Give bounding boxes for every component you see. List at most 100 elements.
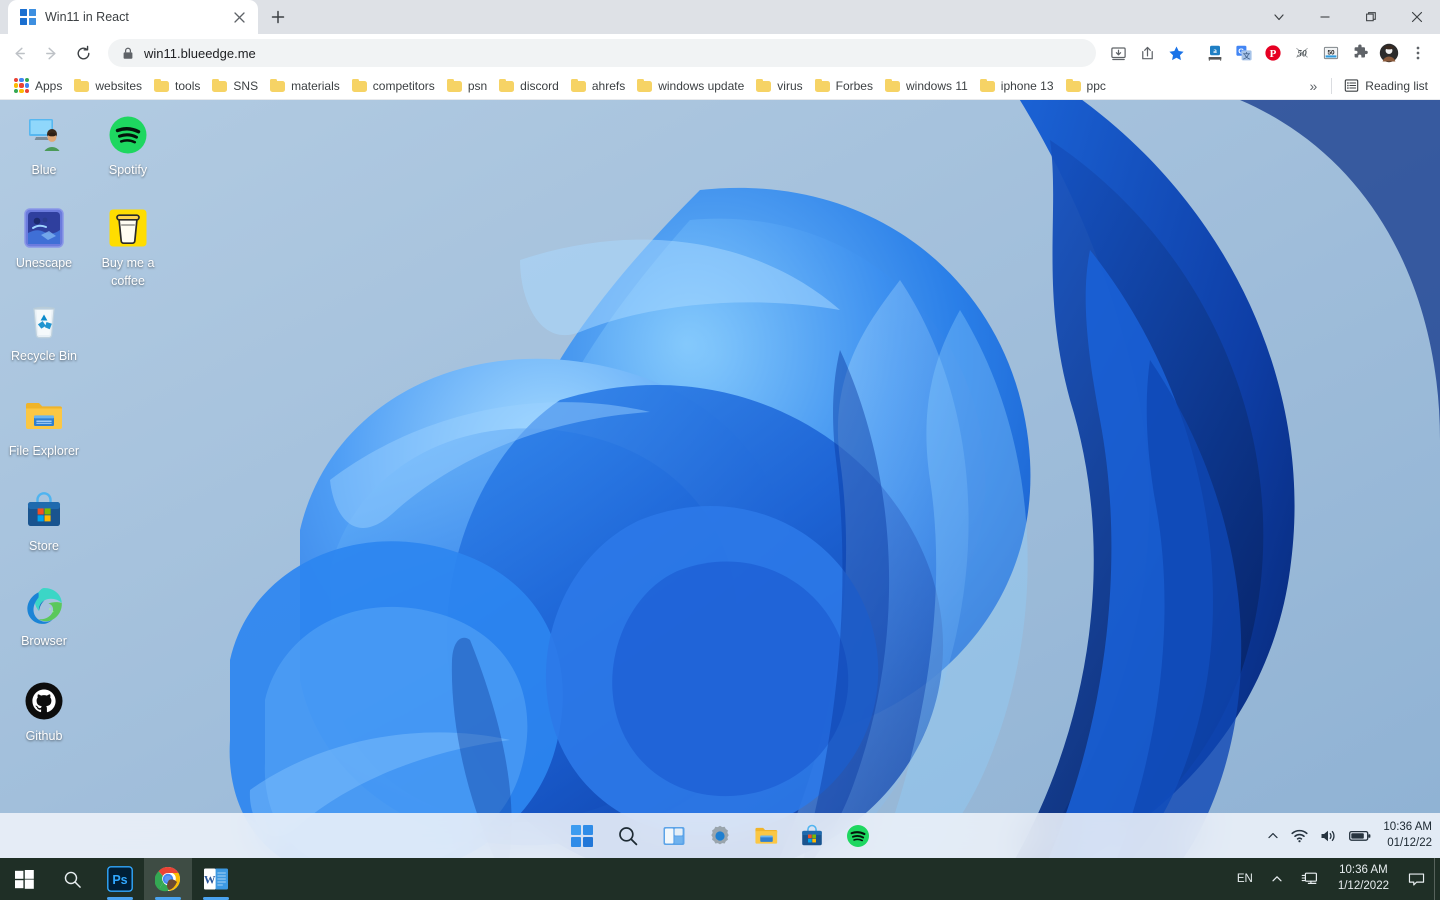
bookmark-label: ppc — [1086, 78, 1106, 93]
bookmarks-overflow-button[interactable]: » — [1302, 75, 1326, 97]
bookmark-folder[interactable]: SNS — [206, 76, 264, 96]
win10-show-desktop-button[interactable] — [1434, 858, 1440, 900]
search-icon[interactable] — [610, 818, 646, 854]
minimize-button[interactable] — [1302, 0, 1348, 34]
unescape-game-icon — [21, 205, 67, 251]
profile-avatar-icon[interactable] — [1375, 39, 1403, 67]
pinterest-icon[interactable]: P — [1259, 39, 1287, 67]
desktop-icon-unescape[interactable]: Unescape — [2, 205, 86, 272]
show-hidden-icons-chevron[interactable] — [1267, 830, 1279, 842]
file-explorer-icon[interactable] — [748, 818, 784, 854]
desktop-icon-github[interactable]: Github — [2, 678, 86, 745]
chrome-browser-window: Win11 in React win11.blueedge.me a G 文 P… — [0, 0, 1440, 858]
bookmark-folder[interactable]: materials — [264, 76, 346, 96]
forward-arrow-icon[interactable] — [36, 38, 66, 68]
reading-list-button[interactable]: Reading list — [1338, 75, 1434, 96]
address-bar[interactable]: win11.blueedge.me — [108, 39, 1096, 67]
close-tab-icon[interactable] — [230, 8, 248, 26]
bookmark-folder[interactable]: iphone 13 — [974, 76, 1060, 96]
widgets-icon[interactable] — [656, 818, 692, 854]
bookmark-label: tools — [175, 78, 201, 93]
bookmark-folder[interactable]: websites — [68, 76, 148, 96]
volume-icon[interactable] — [1320, 829, 1337, 843]
blue-monitor-person-icon — [21, 112, 67, 158]
spotify-icon — [105, 112, 151, 158]
bookmark-folder[interactable]: discord — [493, 76, 565, 96]
url-text: win11.blueedge.me — [144, 45, 256, 61]
desktop-icon-label: Buy me a coffee — [101, 256, 155, 288]
spotify-icon[interactable] — [840, 818, 876, 854]
file-explorer-icon — [21, 393, 67, 439]
start-button[interactable] — [564, 818, 600, 854]
amazon-assistant-icon[interactable]: a — [1201, 39, 1229, 67]
bookmark-label: Forbes — [835, 78, 873, 93]
win10-app-photoshop[interactable]: Ps — [96, 858, 144, 900]
windows-logo-icon — [20, 9, 36, 25]
bookmark-folder[interactable]: ppc — [1060, 76, 1112, 96]
reload-icon[interactable] — [68, 38, 98, 68]
seo-badge-icon[interactable]: 50 — [1317, 39, 1345, 67]
bookmark-folder[interactable]: windows update — [631, 76, 750, 96]
bookmark-apps[interactable]: Apps — [8, 75, 68, 96]
windows10-taskbar: Ps W EN 10:36 AM 1/12/2022 — [0, 858, 1440, 900]
win10-network-display-icon[interactable] — [1292, 858, 1328, 900]
coffee-cup-icon — [105, 205, 151, 251]
back-arrow-icon[interactable] — [4, 38, 34, 68]
desktop-icon-label: File Explorer — [8, 444, 80, 458]
bookmark-folder[interactable]: tools — [148, 76, 206, 96]
settings-gear-icon[interactable] — [702, 818, 738, 854]
desktop-icon-file-explorer[interactable]: File Explorer — [2, 393, 86, 460]
bookmark-folder[interactable]: virus — [750, 76, 808, 96]
google-translate-icon[interactable]: G 文 — [1230, 39, 1258, 67]
win10-app-chrome[interactable] — [144, 858, 192, 900]
new-tab-button[interactable] — [264, 3, 292, 31]
folder-icon — [637, 79, 653, 92]
desktop-icon-label: Blue — [31, 163, 57, 177]
win10-clock[interactable]: 10:36 AM 1/12/2022 — [1328, 863, 1399, 894]
desktop-icon-browser[interactable]: Browser — [2, 583, 86, 650]
win11-clock[interactable]: 10:36 AM 01/12/22 — [1383, 820, 1432, 851]
close-window-button[interactable] — [1394, 0, 1440, 34]
desktop-icon-store[interactable]: Store — [2, 488, 86, 555]
bookmark-star-icon[interactable] — [1162, 39, 1190, 67]
chrome-menu-icon[interactable] — [1404, 39, 1432, 67]
win10-search-icon[interactable] — [48, 858, 96, 900]
svg-text:a: a — [1213, 47, 1217, 55]
folder-icon — [979, 79, 995, 92]
folder-icon — [756, 79, 772, 92]
desktop-icon-blue[interactable]: Blue — [2, 112, 86, 179]
win10-start-button[interactable] — [0, 858, 48, 900]
win10-show-hidden-icons[interactable] — [1262, 858, 1292, 900]
folder-icon — [212, 79, 228, 92]
browser-toolbar: win11.blueedge.me a G 文 P 50 50 — [0, 34, 1440, 72]
browser-tab[interactable]: Win11 in React — [8, 0, 258, 34]
share-icon[interactable] — [1133, 39, 1161, 67]
folder-icon — [884, 79, 900, 92]
win10-notifications-icon[interactable] — [1399, 858, 1434, 900]
wifi-icon[interactable] — [1291, 829, 1309, 843]
maximize-button[interactable] — [1348, 0, 1394, 34]
install-page-icon[interactable] — [1104, 39, 1132, 67]
desktop-icon-label: Github — [25, 729, 63, 743]
github-icon — [21, 678, 67, 724]
battery-icon[interactable] — [1349, 830, 1371, 842]
bookmark-folder[interactable]: competitors — [346, 76, 441, 96]
bookmark-folder[interactable]: psn — [441, 76, 493, 96]
bookmark-folder[interactable]: windows 11 — [879, 76, 974, 96]
desktop-icon-spotify[interactable]: Spotify — [86, 112, 170, 179]
win10-date: 1/12/2022 — [1337, 880, 1389, 892]
tab-search-icon[interactable] — [1256, 0, 1302, 34]
win10-app-word[interactable]: W — [192, 858, 240, 900]
desktop-icon-label: Spotify — [108, 163, 148, 177]
reading-list-label: Reading list — [1365, 78, 1428, 93]
desktop-icon-recycle-bin[interactable]: Recycle Bin — [2, 298, 86, 365]
window-controls — [1256, 0, 1440, 34]
win10-language-indicator[interactable]: EN — [1228, 858, 1262, 900]
desktop-icon-buy-me-a-coffee[interactable]: Buy me a coffee — [86, 205, 170, 290]
bookmark-folder[interactable]: ahrefs — [565, 76, 631, 96]
seoquake-icon[interactable]: 50 — [1288, 39, 1316, 67]
win11-taskbar: 10:36 AM 01/12/22 — [0, 813, 1440, 858]
bookmark-folder[interactable]: Forbes — [809, 76, 879, 96]
microsoft-store-icon[interactable] — [794, 818, 830, 854]
extensions-puzzle-icon[interactable] — [1346, 39, 1374, 67]
